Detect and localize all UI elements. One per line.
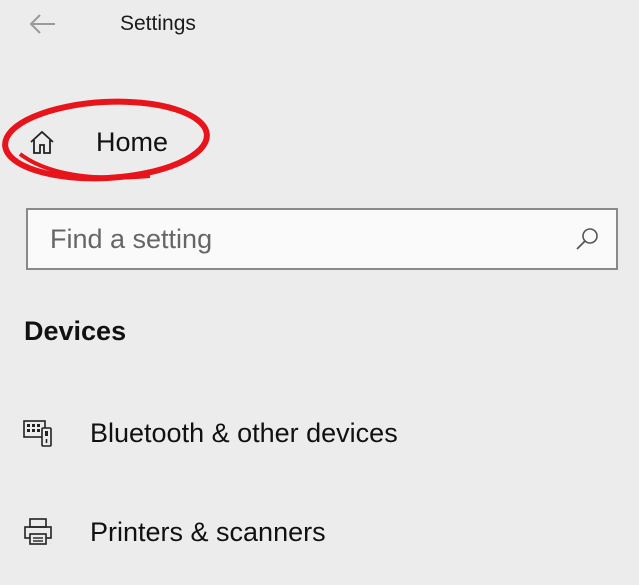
nav-item-home[interactable]: Home (20, 112, 168, 172)
window-title: Settings (120, 12, 196, 35)
search-input[interactable] (28, 210, 570, 268)
nav-item-label: Bluetooth & other devices (90, 417, 398, 448)
section-heading: Devices (24, 316, 127, 346)
home-label: Home (96, 126, 169, 157)
search-icon[interactable] (570, 222, 604, 256)
back-arrow-icon (29, 14, 55, 34)
nav-item-label: Printers & scanners (90, 516, 326, 547)
nav-item-printers[interactable]: Printers & scanners (20, 504, 326, 560)
printer-icon (20, 514, 56, 550)
back-button[interactable] (22, 6, 62, 42)
search-box[interactable] (26, 208, 618, 270)
keyboard-device-icon (20, 415, 56, 451)
nav-item-bluetooth[interactable]: Bluetooth & other devices (20, 405, 398, 461)
home-icon (28, 128, 56, 156)
